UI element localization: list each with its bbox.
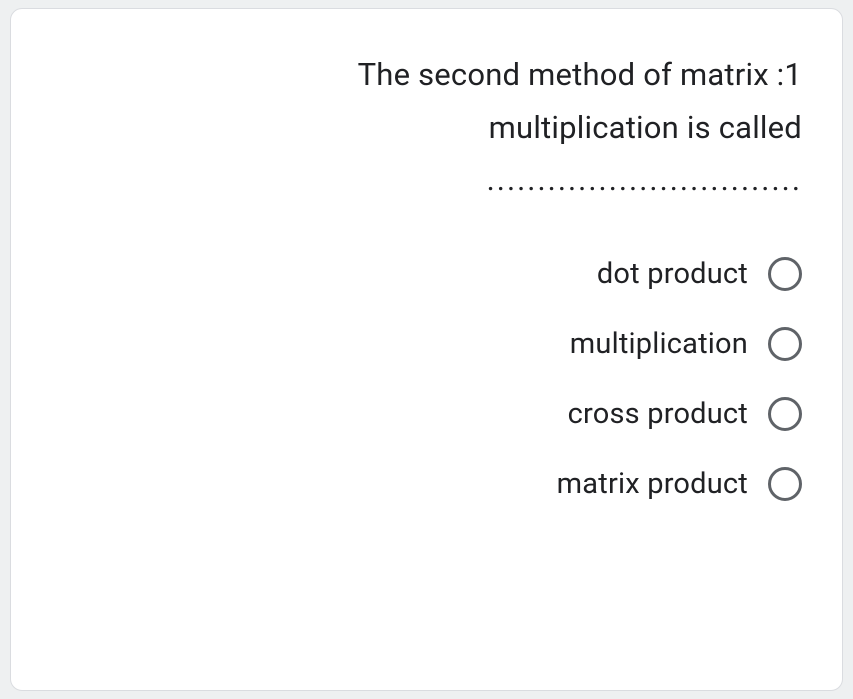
- radio-icon: [768, 257, 802, 291]
- radio-icon: [768, 467, 802, 501]
- option-label: multiplication: [570, 327, 748, 361]
- option-label: cross product: [568, 397, 748, 431]
- option-matrix-product[interactable]: matrix product: [557, 467, 802, 501]
- option-cross-product[interactable]: cross product: [568, 397, 802, 431]
- question-text: The second method of matrix :1 multiplic…: [51, 49, 802, 207]
- options-list: dot product multiplication cross product…: [51, 257, 802, 501]
- radio-icon: [768, 397, 802, 431]
- option-dot-product[interactable]: dot product: [597, 257, 802, 291]
- radio-icon: [768, 327, 802, 361]
- question-line-2: multiplication is called: [51, 102, 802, 155]
- option-label: matrix product: [557, 467, 748, 501]
- question-dots: ...............................: [51, 154, 802, 207]
- question-card: The second method of matrix :1 multiplic…: [10, 8, 843, 691]
- question-line-1: The second method of matrix :1: [51, 49, 802, 102]
- option-label: dot product: [597, 257, 748, 291]
- option-multiplication[interactable]: multiplication: [570, 327, 802, 361]
